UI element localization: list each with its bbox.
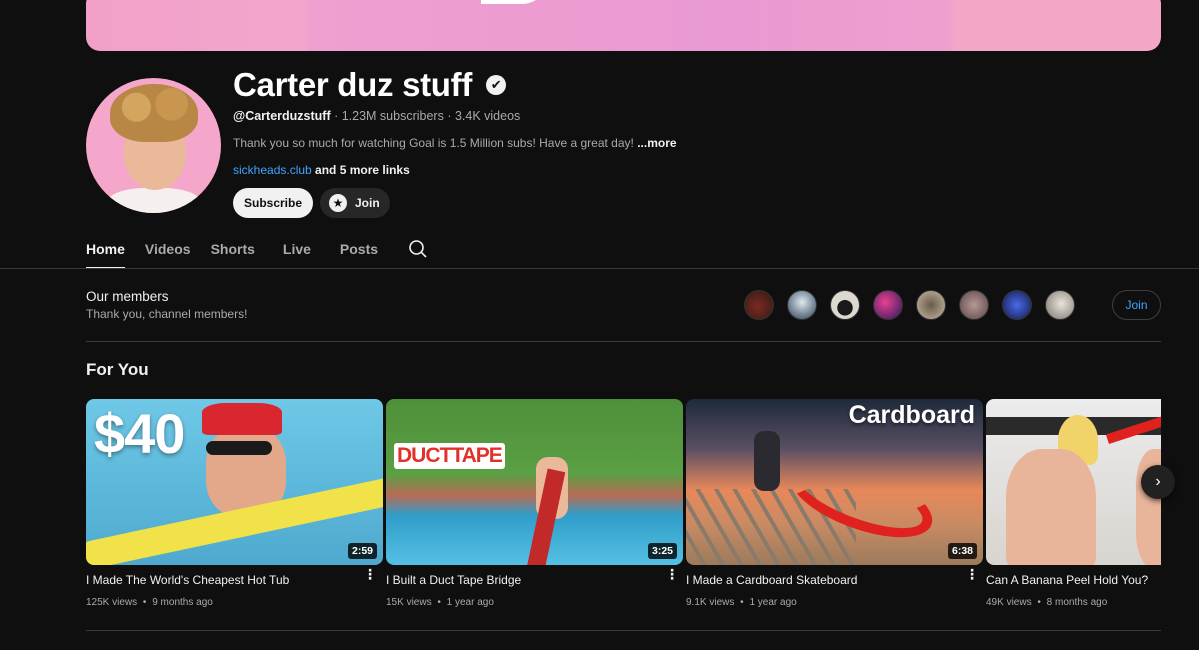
- video-thumbnail[interactable]: $40 2:59: [86, 399, 383, 565]
- channel-stats: · 1.23M subscribers · 3.4K videos: [330, 109, 521, 123]
- join-button-label: Join: [355, 196, 380, 210]
- channel-tabs: Home Videos Shorts Live Posts: [86, 234, 428, 269]
- video-duration: 6:38: [947, 543, 977, 559]
- video-duration: 2:59: [347, 543, 377, 559]
- member-avatar[interactable]: [1045, 290, 1075, 320]
- thumbnail-goggles: [206, 441, 272, 455]
- video-age: 1 year ago: [749, 597, 797, 608]
- channel-name: Carter duz stuff ✔: [233, 66, 507, 104]
- next-arrow-icon[interactable]: ›: [1141, 465, 1175, 499]
- verified-badge-icon: ✔: [486, 75, 507, 95]
- tabs-divider: [0, 268, 1199, 269]
- more-options-icon[interactable]: ⋮: [363, 567, 377, 581]
- video-views: 49K views: [986, 597, 1032, 608]
- dot-separator: •: [740, 597, 744, 608]
- member-avatar[interactable]: [1002, 290, 1032, 320]
- video-card[interactable]: DUCTTAPE 3:25 I Built a Duct Tape Bridge…: [386, 399, 683, 608]
- channel-banner: [86, 0, 1161, 51]
- channel-meta: @Carterduzstuff · 1.23M subscribers · 3.…: [233, 109, 520, 123]
- video-meta: 15K views • 1 year ago: [386, 597, 683, 608]
- dot-separator: •: [142, 597, 147, 608]
- tab-home[interactable]: Home: [86, 234, 125, 269]
- members-title: Our members: [86, 289, 169, 304]
- member-avatar[interactable]: [787, 290, 817, 320]
- member-avatar[interactable]: [830, 290, 860, 320]
- description-text: Thank you so much for watching Goal is 1…: [233, 136, 638, 150]
- bottom-divider: [86, 630, 1161, 631]
- tab-shorts[interactable]: Shorts: [211, 234, 255, 267]
- dot-separator: •: [1037, 597, 1041, 608]
- search-icon[interactable]: [408, 239, 428, 264]
- video-shelf: $40 2:59 I Made The World's Cheapest Hot…: [86, 399, 1161, 614]
- thumbnail-cap: [202, 403, 282, 435]
- thumbnail-overlay-text: DUCTTAPE: [394, 443, 505, 469]
- section-divider: [86, 341, 1161, 342]
- video-title[interactable]: Can A Banana Peel Hold You?: [986, 573, 1161, 587]
- video-meta: 49K views • 8 months ago: [986, 597, 1161, 608]
- video-meta: 9.1K views • 1 year ago: [686, 597, 983, 608]
- video-age: 8 months ago: [1046, 597, 1108, 608]
- description-more-link[interactable]: ...more: [637, 136, 676, 150]
- more-options-icon[interactable]: ⋮: [665, 567, 679, 581]
- tab-videos[interactable]: Videos: [145, 234, 191, 267]
- video-title[interactable]: I Made a Cardboard Skateboard: [686, 573, 983, 587]
- channel-handle: @Carterduzstuff: [233, 109, 331, 123]
- video-duration: 3:25: [647, 543, 677, 559]
- subscribe-button[interactable]: Subscribe: [233, 188, 313, 218]
- member-avatar[interactable]: [959, 290, 989, 320]
- star-icon: ★: [329, 194, 347, 212]
- video-card[interactable]: Cardboard 6:38 I Made a Cardboard Skateb…: [686, 399, 983, 608]
- dot-separator: •: [437, 597, 441, 608]
- video-thumbnail[interactable]: [986, 399, 1161, 565]
- channel-links[interactable]: sickheads.club and 5 more links: [233, 163, 410, 177]
- members-join-button[interactable]: Join: [1112, 290, 1161, 320]
- avatar-shirt: [106, 188, 202, 213]
- avatar-hair: [110, 84, 198, 142]
- video-card[interactable]: Can A Banana Peel Hold You? 49K views • …: [986, 399, 1161, 608]
- tab-posts[interactable]: Posts: [340, 234, 378, 267]
- more-options-icon[interactable]: ⋮: [965, 567, 979, 581]
- video-views: 125K views: [86, 597, 138, 608]
- video-thumbnail[interactable]: DUCTTAPE 3:25: [386, 399, 683, 565]
- video-age: 1 year ago: [446, 597, 494, 608]
- member-avatar[interactable]: [873, 290, 903, 320]
- thumbnail-hand: [1006, 449, 1096, 565]
- tab-live[interactable]: Live: [283, 234, 311, 267]
- member-avatar[interactable]: [916, 290, 946, 320]
- video-views: 9.1K views: [686, 597, 735, 608]
- video-meta: 125K views • 9 months ago: [86, 597, 383, 608]
- join-button[interactable]: ★ Join: [320, 188, 390, 218]
- channel-link[interactable]: sickheads.club: [233, 163, 312, 177]
- banner-logo-stroke: [481, 0, 551, 4]
- thumbnail-overlay-text: $40: [94, 402, 185, 465]
- channel-avatar[interactable]: [86, 78, 221, 213]
- for-you-title: For You: [86, 360, 149, 379]
- thumbnail-person: [754, 431, 780, 491]
- more-links-text[interactable]: and 5 more links: [312, 163, 410, 177]
- video-card[interactable]: $40 2:59 I Made The World's Cheapest Hot…: [86, 399, 383, 608]
- video-title[interactable]: I Made The World's Cheapest Hot Tub: [86, 573, 383, 587]
- channel-name-text: Carter duz stuff: [233, 66, 473, 103]
- thumbnail-overlay-text: Cardboard: [848, 401, 975, 429]
- member-avatar[interactable]: [744, 290, 774, 320]
- channel-description[interactable]: Thank you so much for watching Goal is 1…: [233, 136, 677, 150]
- video-views: 15K views: [386, 597, 432, 608]
- video-title[interactable]: I Built a Duct Tape Bridge: [386, 573, 683, 587]
- member-avatars: [744, 290, 1075, 320]
- video-age: 9 months ago: [152, 597, 213, 608]
- video-thumbnail[interactable]: Cardboard 6:38: [686, 399, 983, 565]
- members-subtitle: Thank you, channel members!: [86, 307, 248, 321]
